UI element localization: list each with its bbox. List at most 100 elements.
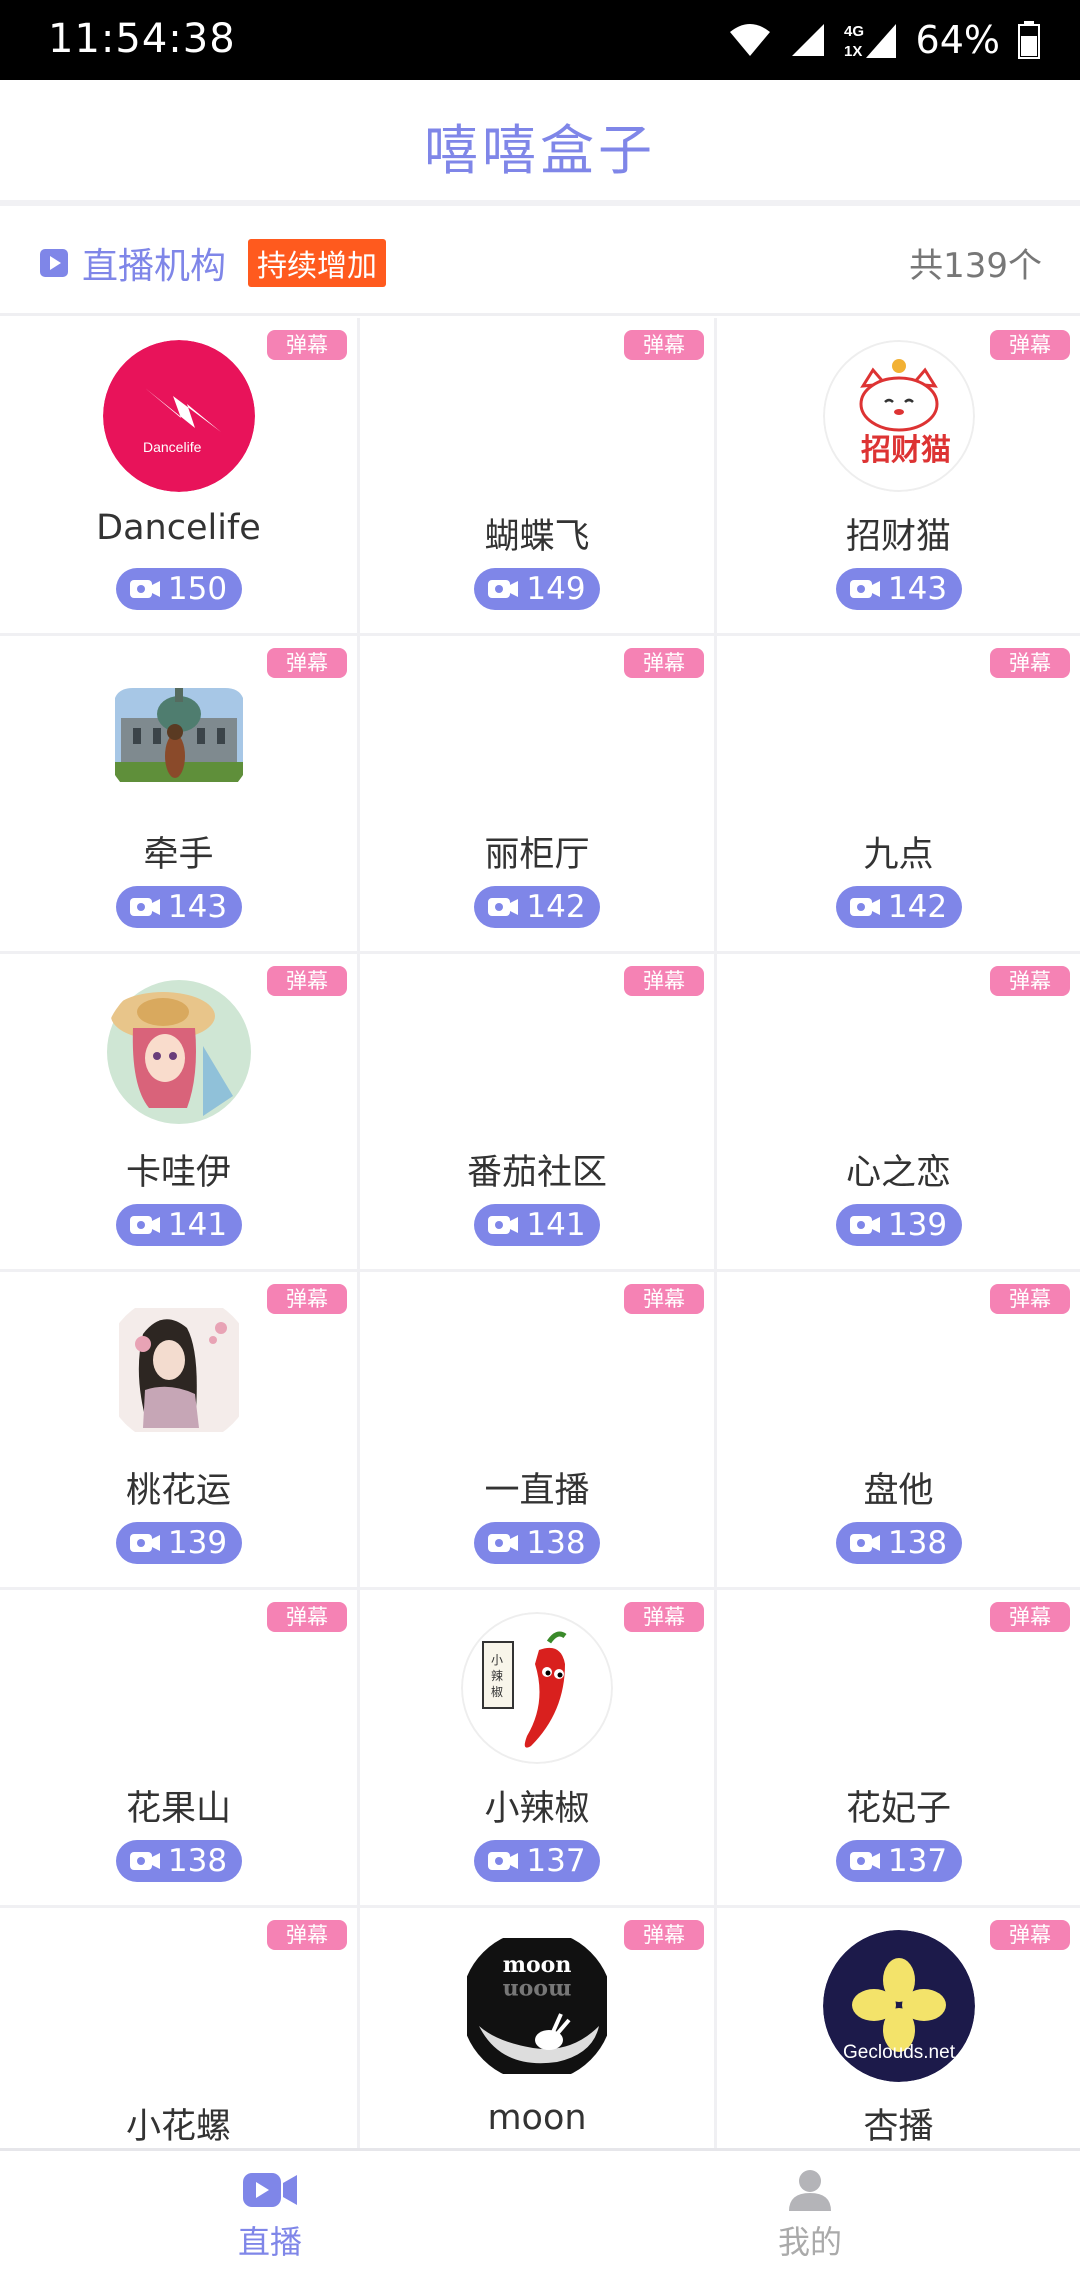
platform-name: 花妃子 [845, 1789, 951, 1829]
danmu-badge: 弹幕 [267, 330, 347, 360]
danmu-badge: 弹幕 [267, 648, 347, 678]
platform-name: 杏播 [863, 2107, 934, 2147]
platform-avatar: Dancelife [102, 340, 255, 492]
viewer-count-pill: 138 [115, 1840, 242, 1882]
viewer-count-pill: 143 [115, 886, 242, 928]
svg-text:Dancelife: Dancelife [143, 439, 202, 455]
platform-card[interactable]: 弹幕 牵手 143 [0, 636, 360, 954]
svg-text:moon: moon [503, 1978, 572, 2004]
platform-avatar: moon moon [461, 1930, 613, 2082]
svg-text:1X: 1X [844, 43, 862, 60]
camera-icon [849, 898, 880, 916]
viewer-count: 143 [167, 889, 228, 925]
viewer-count-pill: 137 [835, 1840, 962, 1882]
viewer-count: 138 [167, 1843, 228, 1879]
svg-text:椒: 椒 [491, 1685, 503, 1699]
platform-card[interactable]: 弹幕 卡哇伊 141 [0, 954, 360, 1272]
platform-card[interactable]: 弹幕 Geclouds.net 杏播 [717, 1908, 1080, 2148]
danmu-badge: 弹幕 [990, 1920, 1070, 1950]
platform-name: 蝴蝶飞 [484, 517, 590, 557]
danmu-badge: 弹幕 [267, 966, 347, 996]
camera-icon [129, 1216, 160, 1234]
camera-icon [849, 580, 880, 598]
platform-card[interactable]: 弹幕 番茄社区 141 [360, 954, 717, 1272]
platform-card[interactable]: 弹幕桃花运 139 [0, 1272, 360, 1590]
camera-icon [129, 1852, 160, 1870]
platform-name: 一直播 [484, 1471, 590, 1511]
platform-card[interactable]: 弹幕 蝴蝶飞 149 [360, 318, 717, 636]
video-camera-icon [241, 2169, 299, 2211]
viewer-count: 139 [887, 1207, 948, 1243]
viewer-count: 138 [526, 1525, 586, 1561]
platform-card[interactable]: 弹幕 小花螺 [0, 1908, 360, 2148]
camera-icon [129, 580, 160, 598]
wifi-icon [728, 22, 772, 58]
platform-card[interactable]: 弹幕 moon moon moon [360, 1908, 717, 2148]
platform-name: 卡哇伊 [125, 1153, 231, 1193]
svg-text:辣: 辣 [491, 1669, 503, 1683]
platform-card[interactable]: 弹幕 九点 142 [717, 636, 1080, 954]
platform-card[interactable]: 弹幕 丽柜厅 142 [360, 636, 717, 954]
viewer-count: 138 [887, 1525, 948, 1561]
section-title: 直播机构 [82, 245, 227, 287]
danmu-badge: 弹幕 [990, 966, 1070, 996]
app-title: 嘻嘻盒子 [424, 119, 656, 182]
platform-name: 丽柜厅 [484, 835, 590, 875]
nav-live-label: 直播 [237, 2223, 302, 2261]
platform-name: 小辣椒 [484, 1789, 590, 1829]
camera-icon [849, 1852, 880, 1870]
danmu-badge: 弹幕 [990, 330, 1070, 360]
platform-name: moon [487, 2098, 587, 2138]
camera-icon [488, 1534, 519, 1552]
user-icon [787, 2169, 833, 2211]
platform-avatar: Geclouds.net [822, 1930, 975, 2082]
platform-card[interactable]: 弹幕 一直播 138 [360, 1272, 717, 1590]
viewer-count-pill: 142 [474, 886, 600, 928]
danmu-badge: 弹幕 [624, 1602, 704, 1632]
viewer-count: 137 [526, 1843, 586, 1879]
danmu-badge: 弹幕 [267, 1920, 347, 1950]
play-icon [40, 248, 68, 277]
platform-name: 九点 [863, 835, 934, 875]
platform-card[interactable]: 弹幕盘他 138 [717, 1272, 1080, 1590]
platform-grid: 弹幕 Dancelife Dancelife 150 弹幕 蝴蝶飞 149 弹幕 招财猫 招财猫 1… [0, 318, 1080, 2148]
nav-live-tab[interactable]: 直播 [0, 2151, 540, 2280]
viewer-count-pill: 150 [115, 568, 242, 610]
camera-icon [849, 1216, 880, 1234]
danmu-badge: 弹幕 [990, 1284, 1070, 1314]
section-tag: 持续增加 [248, 238, 387, 287]
viewer-count: 137 [887, 1843, 948, 1879]
danmu-badge: 弹幕 [624, 330, 704, 360]
svg-text:4G: 4G [844, 23, 864, 40]
platform-card[interactable]: 弹幕小辣椒小辣椒 137 [360, 1590, 717, 1908]
camera-icon [849, 1534, 880, 1552]
platform-name: Dancelife [96, 508, 261, 548]
avatar-text: Geclouds.net [843, 2042, 956, 2063]
platform-name: 心之恋 [845, 1153, 951, 1193]
platform-avatar [102, 1294, 255, 1446]
network-4g-icon: 4G 1X [844, 20, 898, 60]
battery-icon [1018, 21, 1040, 59]
status-icons: 4G 1X 64% [728, 14, 1040, 66]
platform-card[interactable]: 弹幕 Dancelife Dancelife 150 [0, 318, 360, 636]
platform-avatar: 小辣椒 [461, 1612, 613, 1764]
status-bar: 11:54:38 4G 1X 64% [0, 0, 1080, 80]
viewer-count-pill: 143 [835, 568, 962, 610]
camera-icon [129, 898, 160, 916]
nav-mine-tab[interactable]: 我的 [540, 2151, 1080, 2280]
platform-name: 招财猫 [845, 517, 951, 557]
platform-card[interactable]: 弹幕 花果山 138 [0, 1590, 360, 1908]
svg-text:招财猫: 招财猫 [861, 433, 951, 468]
platform-card[interactable]: 弹幕 招财猫 招财猫 143 [717, 318, 1080, 636]
svg-text:moon: moon [503, 1952, 572, 1978]
platform-avatar [102, 658, 255, 810]
platform-avatar: 招财猫 [822, 340, 975, 492]
platform-card[interactable]: 弹幕 花妃子 137 [717, 1590, 1080, 1908]
viewer-count-pill: 137 [474, 1840, 600, 1882]
danmu-badge: 弹幕 [267, 1284, 347, 1314]
viewer-count: 139 [167, 1525, 228, 1561]
platform-name: 盘他 [863, 1471, 934, 1511]
platform-name: 桃花运 [125, 1471, 231, 1511]
platform-card[interactable]: 弹幕心之恋 139 [717, 954, 1080, 1272]
viewer-count: 150 [167, 571, 228, 607]
